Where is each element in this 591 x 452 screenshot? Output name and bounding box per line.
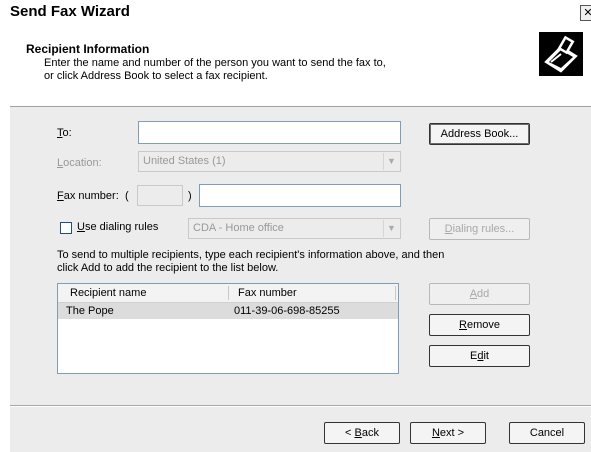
recipient-name-cell: The Pope xyxy=(66,305,114,317)
add-button[interactable]: Add xyxy=(429,283,530,305)
address-book-button[interactable]: Address Book... xyxy=(429,123,530,145)
close-icon: ✕ xyxy=(583,7,591,19)
location-selected-value: United States (1) xyxy=(143,155,226,167)
next-button[interactable]: Next > xyxy=(410,422,486,444)
area-code-open-paren: ( xyxy=(125,190,129,202)
column-divider[interactable] xyxy=(228,286,229,300)
to-label: To: xyxy=(57,127,72,139)
back-button[interactable]: < Back xyxy=(324,422,400,444)
window-title: Send Fax Wizard xyxy=(10,3,130,20)
fax-printer-icon xyxy=(539,32,583,76)
chevron-down-icon: ▼ xyxy=(383,220,399,237)
edit-button[interactable]: Edit xyxy=(429,345,530,367)
dialing-location-value: CDA - Home office xyxy=(193,222,284,234)
fax-number-label: Fax number: xyxy=(57,190,119,202)
chevron-down-icon: ▼ xyxy=(383,153,399,170)
page-description-line1: Enter the name and number of the person … xyxy=(44,57,386,69)
column-header-recipient-name[interactable]: Recipient name xyxy=(70,287,146,299)
to-input[interactable] xyxy=(138,121,401,144)
area-code-close-paren: ) xyxy=(188,190,192,202)
use-dialing-rules-label: Use dialing rules xyxy=(77,221,159,233)
fax-number-cell: 011-39-06-698-85255 xyxy=(234,305,340,317)
cancel-button[interactable]: Cancel xyxy=(509,422,585,444)
page-title: Recipient Information xyxy=(26,42,150,56)
footer-divider xyxy=(10,405,591,407)
location-select[interactable]: United States (1) ▼ xyxy=(138,151,401,172)
use-dialing-rules-checkbox[interactable] xyxy=(60,222,72,234)
column-header-fax-number[interactable]: Fax number xyxy=(238,287,297,299)
multi-recipient-hint-line2: click Add to add the recipient to the li… xyxy=(57,262,279,274)
column-divider[interactable] xyxy=(395,286,396,300)
location-label: Location: xyxy=(57,157,102,169)
dialing-rules-button[interactable]: Dialing rules... xyxy=(429,218,530,240)
area-code-input[interactable] xyxy=(137,185,183,206)
fax-number-input[interactable] xyxy=(199,184,401,207)
close-button[interactable]: ✕ xyxy=(580,5,591,21)
remove-button[interactable]: Remove xyxy=(429,314,530,336)
dialing-location-select[interactable]: CDA - Home office ▼ xyxy=(188,218,401,239)
page-description-line2: or click Address Book to select a fax re… xyxy=(44,70,268,82)
multi-recipient-hint-line1: To send to multiple recipients, type eac… xyxy=(57,249,445,261)
